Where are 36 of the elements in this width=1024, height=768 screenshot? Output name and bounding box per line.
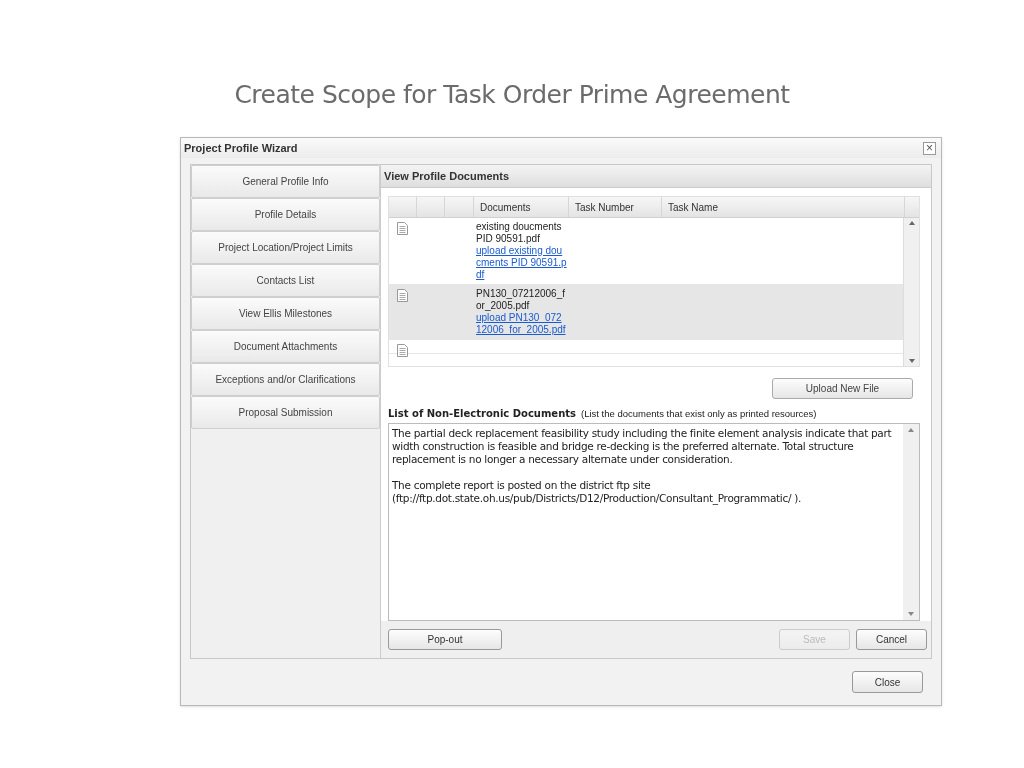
notes-hint: (List the documents that exist only as printed resources) xyxy=(581,407,817,421)
nav-tab[interactable]: Profile Details xyxy=(191,198,380,231)
nav-tab[interactable]: Contacts List xyxy=(191,264,380,297)
nav-tab[interactable]: View Ellis Milestones xyxy=(191,297,380,330)
panel-title: View Profile Documents xyxy=(384,168,510,184)
upload-link[interactable]: upload existing doucments PID 90591.pdf xyxy=(476,245,567,281)
notes-field[interactable]: The partial deck replacement feasibility study including the finite element analysis indicate that part width construction is feasible and bridge re-decking is the preferred alternate. Total structure replacement is no longer a necessary alternate under consideration. The complete report is posted on the district ftp site (ftp://ftp.dot.state.oh.us/pub/Districts/D12/Production/Consultant_Programmatic/ ). xyxy=(388,423,920,622)
dialog-button[interactable]: Pop-out xyxy=(388,629,502,651)
nav-tab[interactable]: Document Attachments xyxy=(191,330,380,363)
document-icon xyxy=(397,222,408,235)
scroll-down-icon[interactable] xyxy=(908,612,914,617)
close-button[interactable]: × xyxy=(923,141,936,155)
scroll-up-icon[interactable] xyxy=(908,428,914,433)
column-header: Documents xyxy=(480,200,531,215)
document-name: PN130_07212006_for_2005.pdf xyxy=(476,288,566,312)
dialog-title: Project Profile Wizard xyxy=(184,140,298,156)
scrollbar[interactable] xyxy=(903,424,919,621)
document-name: existing doucments PID 90591.pdf xyxy=(476,221,563,245)
table-row[interactable]: PN130_07212006_for_2005.pdf upload PN130_07212006_for_2005.pdf xyxy=(389,285,903,340)
nav-tab[interactable]: Proposal Submission xyxy=(191,396,380,429)
scroll-up-icon[interactable] xyxy=(908,221,915,225)
dialog-button[interactable]: Cancel xyxy=(856,629,927,651)
document-icon xyxy=(397,344,408,357)
nav-tab[interactable]: Exceptions and/or Clarifications xyxy=(191,363,380,396)
notes-label: List of Non-Electronic Documents xyxy=(388,407,576,421)
column-header: Task Name xyxy=(668,200,718,215)
nav-tab[interactable]: General Profile Info xyxy=(191,165,380,198)
column-header: Task Number xyxy=(575,200,634,215)
slide-title: Create Scope for Task Order Prime Agreement xyxy=(234,80,790,109)
close-button[interactable]: Close xyxy=(852,671,923,693)
upload-link[interactable]: upload PN130_07212006_for_2005.pdf xyxy=(476,312,567,336)
nav-tab[interactable]: Project Location/Project Limits xyxy=(191,231,380,264)
scroll-down-icon[interactable] xyxy=(908,359,915,363)
scrollbar[interactable] xyxy=(903,218,919,366)
upload-button[interactable]: Upload New File xyxy=(772,378,913,399)
document-icon xyxy=(397,289,408,302)
